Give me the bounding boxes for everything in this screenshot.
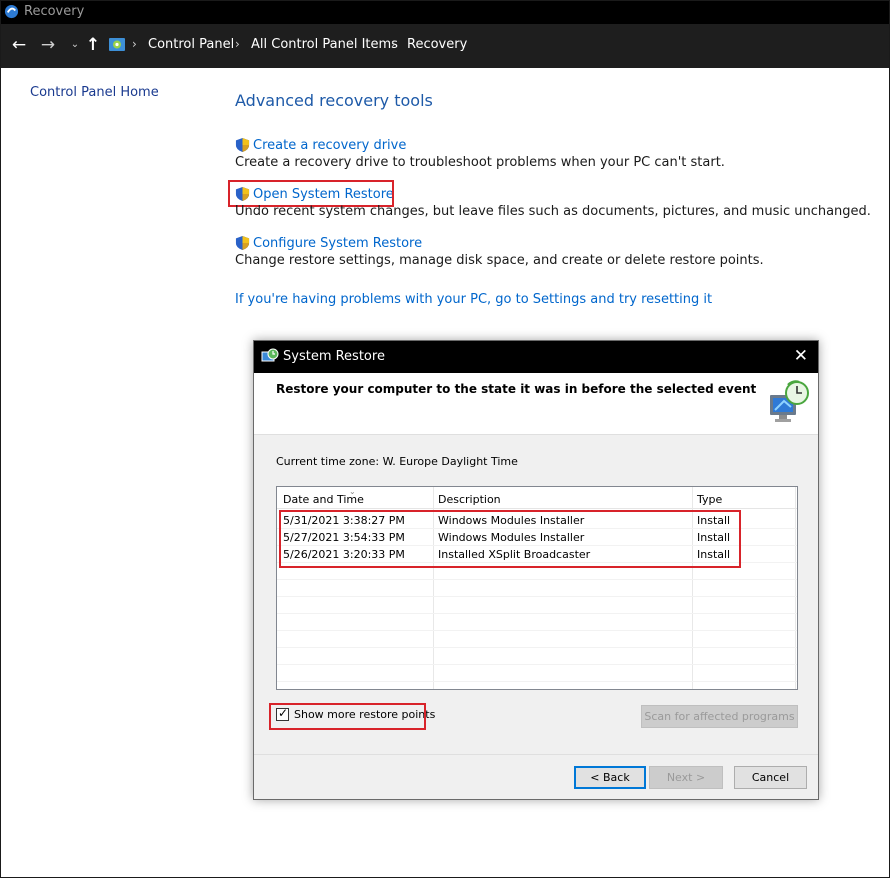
dialog-separator <box>254 754 818 755</box>
empty-row <box>277 580 797 597</box>
dialog-title: System Restore <box>283 349 385 364</box>
breadcrumb-control-panel[interactable]: Control Panel <box>148 37 234 52</box>
control-panel-home-link[interactable]: Control Panel Home <box>30 85 159 100</box>
close-icon[interactable]: ✕ <box>794 346 808 366</box>
column-header-date[interactable]: Date and Time <box>283 493 364 506</box>
empty-row <box>277 614 797 631</box>
create-recovery-drive-link[interactable]: Create a recovery drive <box>253 138 406 153</box>
configure-system-restore-link[interactable]: Configure System Restore <box>253 236 422 251</box>
empty-row <box>277 597 797 614</box>
open-system-restore-description: Undo recent system changes, but leave fi… <box>235 204 871 219</box>
breadcrumb-separator-icon: › <box>235 37 240 51</box>
back-button[interactable]: < Back <box>574 766 646 789</box>
back-arrow-icon[interactable]: ← <box>8 34 30 56</box>
highlight-annotation-box <box>269 703 426 730</box>
cancel-button[interactable]: Cancel <box>734 766 807 789</box>
forward-arrow-icon[interactable]: → <box>37 34 59 56</box>
window-titlebar: Recovery <box>0 0 890 24</box>
reset-pc-link[interactable]: If you're having problems with your PC, … <box>235 292 712 307</box>
create-recovery-drive-description: Create a recovery drive to troubleshoot … <box>235 155 725 170</box>
breadcrumb-recovery[interactable]: Recovery <box>407 37 467 52</box>
restore-monitor-clock-icon <box>770 380 809 422</box>
breadcrumb-all-items[interactable]: All Control Panel Items <box>251 37 398 52</box>
system-restore-icon <box>261 348 279 362</box>
empty-row <box>277 631 797 648</box>
breadcrumb-separator-icon: › <box>391 37 396 51</box>
configure-system-restore-description: Change restore settings, manage disk spa… <box>235 253 764 268</box>
window-title: Recovery <box>24 4 85 19</box>
timezone-label: Current time zone: W. Europe Daylight Ti… <box>276 455 518 468</box>
address-bar: ← → ⌄ ↑ › Control Panel › All Control Pa… <box>0 24 890 68</box>
column-header-type[interactable]: Type <box>697 493 722 506</box>
page-title: Advanced recovery tools <box>235 91 433 110</box>
dialog-titlebar: System Restore ✕ <box>254 341 818 373</box>
column-header-description[interactable]: Description <box>438 493 501 506</box>
uac-shield-icon <box>235 235 250 251</box>
highlight-annotation-box <box>279 510 741 568</box>
scan-affected-programs-button[interactable]: Scan for affected programs <box>641 705 798 728</box>
list-header: ⌄ Date and Time Description Type <box>277 487 797 509</box>
empty-row <box>277 648 797 665</box>
control-panel-icon[interactable] <box>108 36 126 54</box>
highlight-annotation-box <box>228 180 394 207</box>
recovery-app-icon <box>4 4 19 19</box>
dialog-heading: Restore your computer to the state it wa… <box>276 382 757 396</box>
next-button[interactable]: Next > <box>649 766 723 789</box>
system-restore-dialog: System Restore ✕ Restore your computer t… <box>253 340 819 800</box>
uac-shield-icon <box>235 137 250 153</box>
up-arrow-icon[interactable]: ↑ <box>82 34 104 56</box>
empty-row <box>277 665 797 682</box>
breadcrumb-separator-icon: › <box>132 37 137 51</box>
dialog-header: Restore your computer to the state it wa… <box>254 373 818 435</box>
